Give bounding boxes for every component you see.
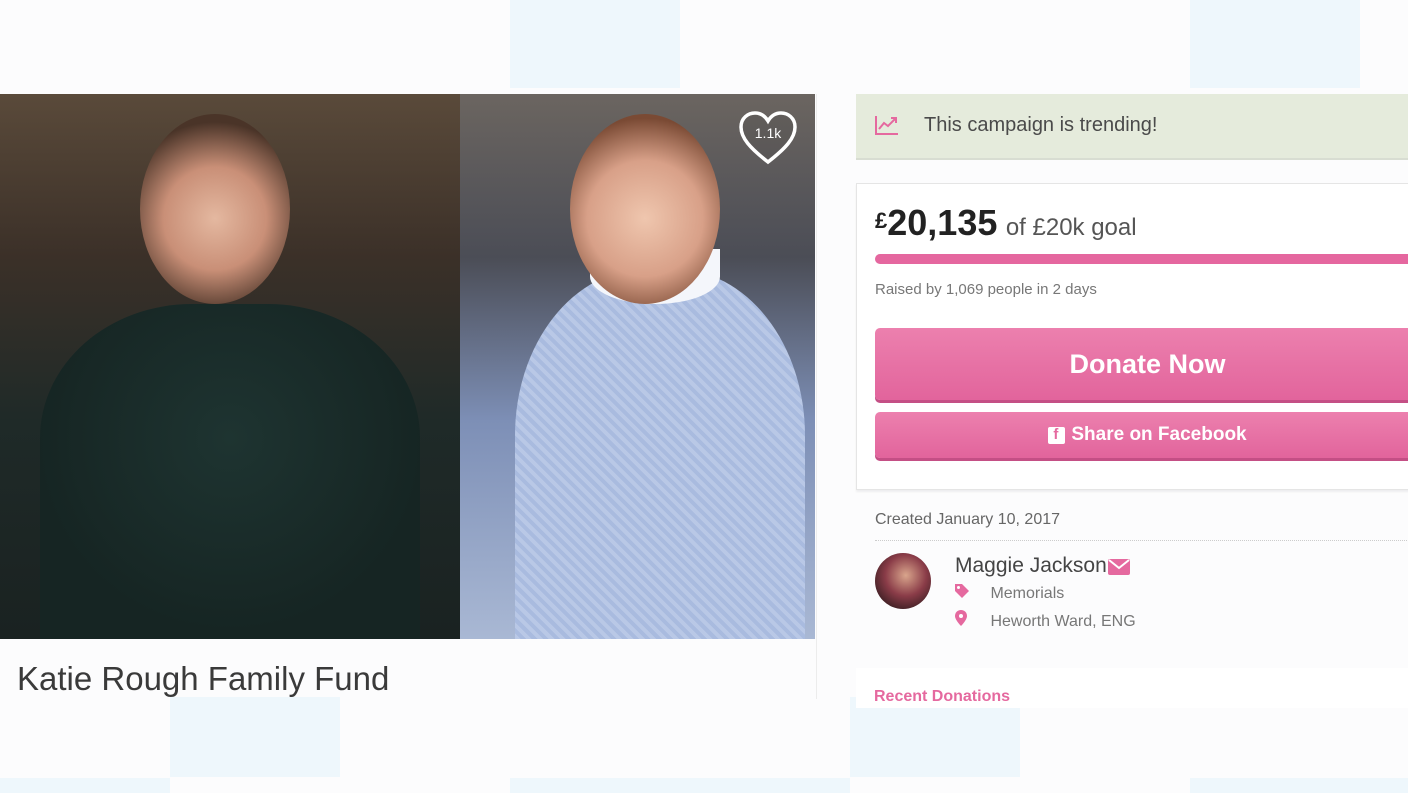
background-tile [170,697,340,777]
avatar[interactable] [875,553,931,609]
like-button[interactable]: 1.1k [738,110,798,166]
donation-card: £20,135 of £20k goal Raised by 1,069 peo… [856,183,1408,490]
facebook-icon [1048,426,1066,444]
background-tile [0,778,170,793]
progress-fill [875,254,1408,264]
background-tile [1190,778,1408,793]
photo-figure-head [570,114,720,304]
goal-text: of £20k goal [1005,214,1137,241]
photo-left-panel [0,94,460,639]
trending-banner: This campaign is trending! [856,94,1408,160]
campaign-photo[interactable] [0,94,815,639]
tag-icon [955,584,977,603]
share-facebook-label: Share on Facebook [1071,424,1247,445]
column-divider [816,94,817,699]
created-date: Created January 10, 2017 [875,511,1061,528]
currency-symbol: £ [875,208,888,233]
donate-button[interactable]: Donate Now [875,328,1408,400]
campaign-title: Katie Rough Family Fund [17,660,390,697]
trending-text: This campaign is trending! [924,114,1158,136]
like-count: 1.1k [754,125,782,141]
background-tile [510,0,680,88]
recent-donations-header[interactable]: Recent Donations [856,668,1408,708]
category-label: Memorials [990,585,1065,602]
organizer-name[interactable]: Maggie Jackson [955,554,1107,578]
share-facebook-button[interactable]: Share on Facebook [875,412,1408,458]
location-label: Heworth Ward, ENG [990,613,1136,630]
recent-donations-label: Recent Donations [874,688,1011,705]
background-tile [510,778,850,793]
raised-by-text: Raised by 1,069 people in 2 days [875,281,1097,298]
category-row[interactable]: Memorials [955,584,1064,603]
map-pin-icon [955,610,977,631]
trend-chart-icon [874,114,900,141]
location-row: Heworth Ward, ENG [955,610,1136,631]
photo-right-panel [460,94,815,639]
background-tile [1190,0,1360,88]
photo-figure [40,304,420,639]
dotted-divider [875,540,1408,541]
background-tile [850,697,1020,777]
amount-value: 20,135 [887,202,998,243]
photo-figure-head [140,114,290,304]
progress-bar [875,254,1408,264]
envelope-icon[interactable] [1108,559,1130,580]
amount-raised: £20,135 of £20k goal [875,202,1137,244]
photo-figure [515,269,805,639]
